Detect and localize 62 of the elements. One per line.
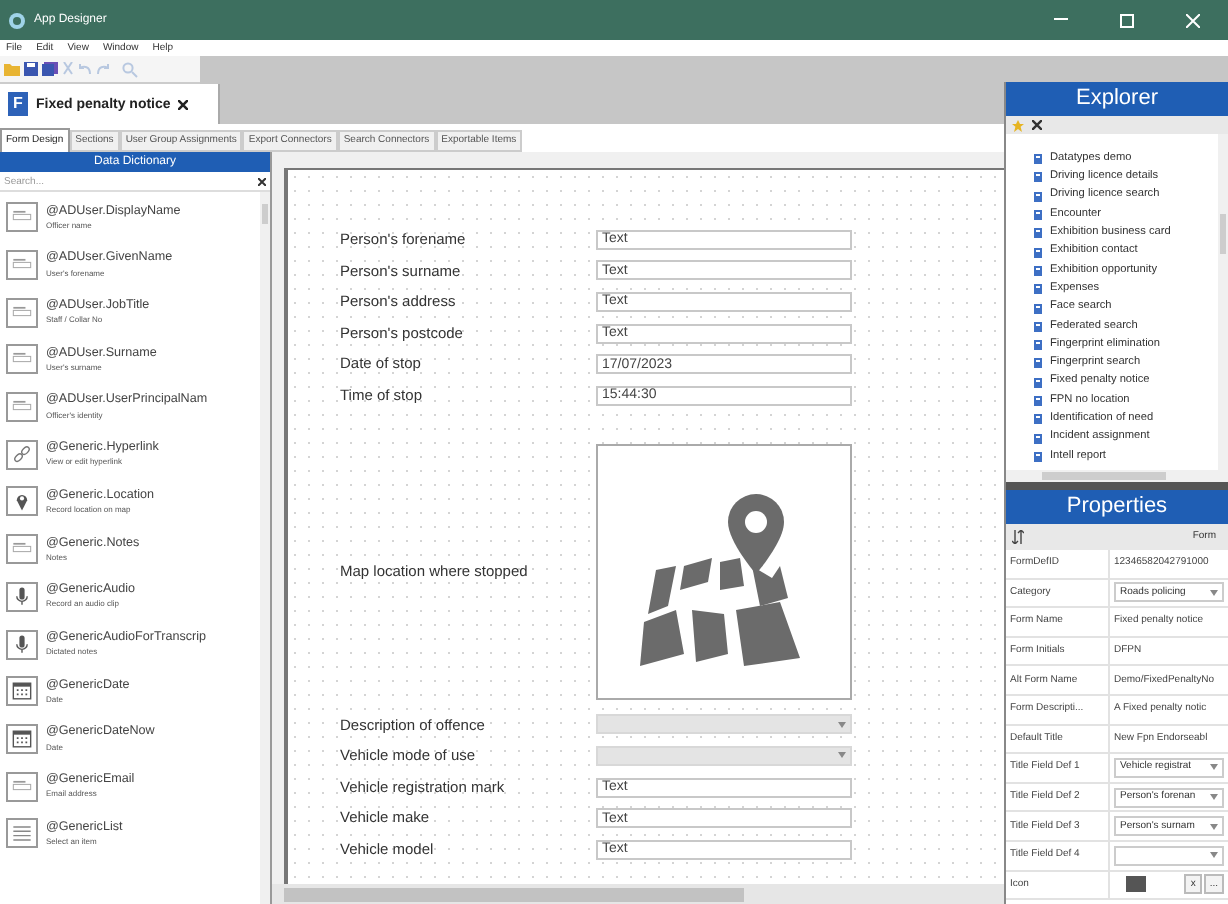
horizontal-scrollbar[interactable] bbox=[1006, 470, 1228, 482]
map-pin-icon bbox=[6, 486, 38, 517]
text-field-icon bbox=[6, 297, 38, 328]
form-badge: F bbox=[8, 92, 28, 116]
form-icon bbox=[1034, 247, 1042, 258]
form-icon bbox=[1034, 377, 1042, 388]
caret-icon bbox=[1210, 589, 1218, 596]
close-icon[interactable] bbox=[178, 99, 189, 109]
map-field[interactable] bbox=[596, 443, 852, 700]
form-icon bbox=[1034, 414, 1042, 425]
star-icon[interactable] bbox=[1012, 119, 1024, 131]
minimize-icon[interactable] bbox=[1054, 18, 1068, 22]
caret-icon bbox=[1210, 852, 1218, 859]
form-icon bbox=[1034, 340, 1042, 351]
caret-icon bbox=[1210, 764, 1218, 771]
text-field-icon bbox=[6, 392, 38, 423]
cut-icon[interactable] bbox=[62, 62, 74, 76]
form-icon bbox=[1034, 154, 1042, 165]
panel-header: Explorer bbox=[1006, 82, 1228, 116]
form-icon bbox=[1034, 433, 1042, 444]
form-icon bbox=[1034, 172, 1042, 183]
caret-icon bbox=[838, 752, 846, 759]
form-icon bbox=[1034, 396, 1042, 406]
form-icon bbox=[1034, 451, 1042, 462]
text-field-icon bbox=[6, 250, 38, 281]
icon-preview bbox=[1126, 876, 1146, 893]
form-icon bbox=[1034, 191, 1042, 202]
calendar-icon bbox=[6, 676, 38, 707]
redo-icon[interactable] bbox=[96, 62, 110, 76]
form-icon bbox=[1034, 303, 1042, 314]
form-icon bbox=[1034, 284, 1042, 295]
calendar-icon bbox=[6, 723, 38, 754]
caret-icon bbox=[838, 721, 846, 728]
panel-header: Properties bbox=[1006, 490, 1228, 524]
scrollbar[interactable] bbox=[260, 192, 270, 904]
link-icon bbox=[6, 439, 38, 470]
form-icon bbox=[1034, 321, 1042, 332]
text-field-icon bbox=[6, 344, 38, 375]
save-all-icon[interactable] bbox=[42, 62, 58, 76]
text-field-icon bbox=[6, 534, 38, 565]
text-field-icon bbox=[6, 771, 38, 802]
list-icon bbox=[6, 818, 38, 849]
form-icon bbox=[1034, 358, 1042, 369]
search-icon[interactable] bbox=[122, 61, 138, 77]
app-logo-icon bbox=[8, 11, 26, 29]
microphone-icon bbox=[6, 581, 38, 612]
form-icon bbox=[1034, 265, 1042, 276]
scrollbar[interactable] bbox=[1218, 134, 1228, 470]
undo-icon[interactable] bbox=[78, 62, 92, 76]
form-icon bbox=[1034, 210, 1042, 221]
form-icon bbox=[1034, 228, 1042, 239]
maximize-icon[interactable] bbox=[1120, 13, 1134, 27]
caret-icon bbox=[1210, 794, 1218, 801]
dropdown[interactable] bbox=[1114, 845, 1224, 866]
horizontal-scrollbar[interactable] bbox=[272, 884, 1004, 904]
text-field-icon bbox=[6, 202, 38, 233]
save-icon[interactable] bbox=[24, 62, 38, 76]
delete-icon[interactable] bbox=[1032, 120, 1042, 130]
clear-icon[interactable] bbox=[258, 177, 266, 185]
caret-icon bbox=[1210, 823, 1218, 830]
microphone-icon bbox=[6, 629, 38, 660]
sort-icon[interactable] bbox=[1012, 530, 1024, 544]
